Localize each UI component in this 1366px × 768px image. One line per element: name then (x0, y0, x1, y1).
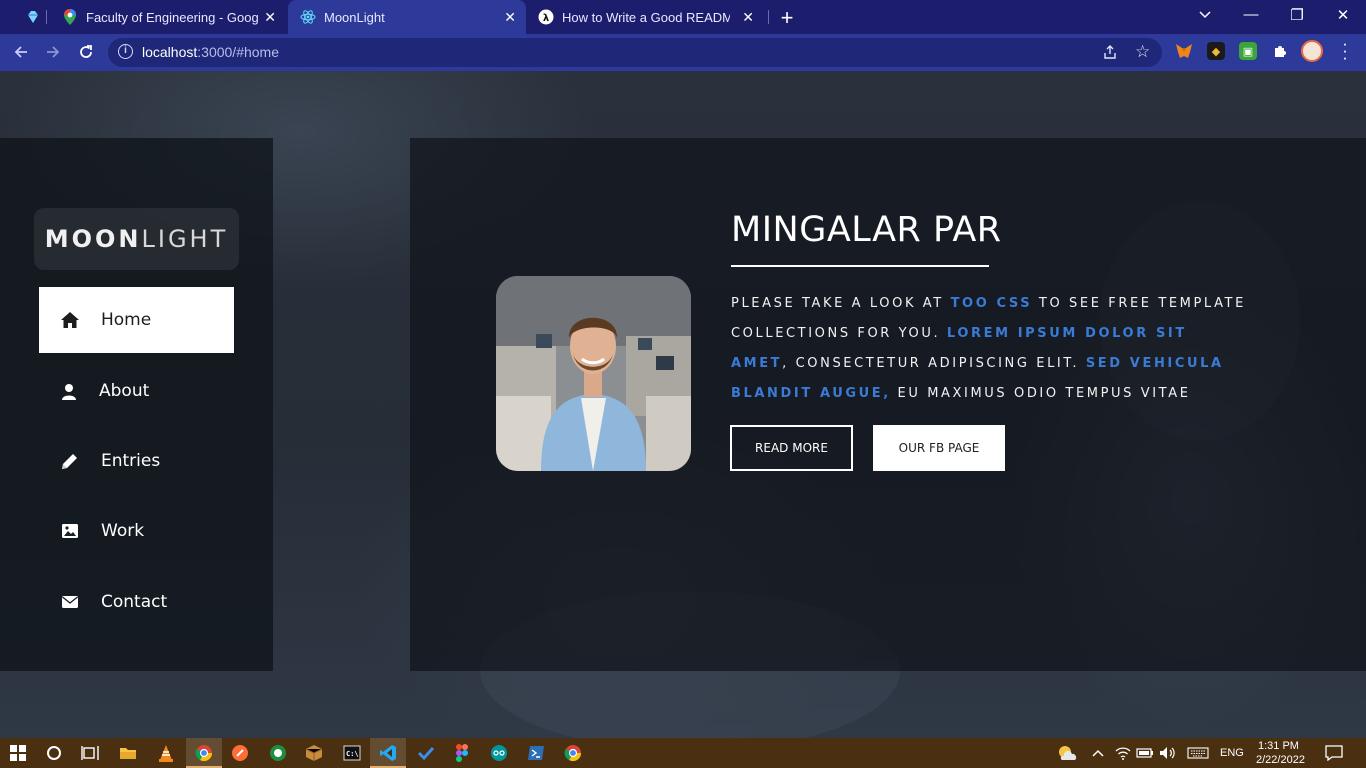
hero-text: PLEASE TAKE A LOOK AT (731, 296, 951, 311)
svg-text:C:\: C:\ (346, 750, 359, 758)
vscode-icon[interactable] (378, 743, 398, 763)
tab-readme-guide[interactable]: λ How to Write a Good README Fi ✕ (526, 0, 764, 34)
read-more-button[interactable]: READ MORE (730, 425, 853, 471)
package-box-icon[interactable] (304, 743, 324, 763)
tab-title: How to Write a Good README Fi (562, 9, 730, 25)
chevron-up-icon[interactable] (1088, 743, 1108, 763)
site-info-icon[interactable]: i (118, 44, 133, 59)
tab-moonlight[interactable]: MoonLight ✕ (288, 0, 526, 34)
metamask-icon[interactable] (1175, 42, 1193, 60)
sidebar: MOON LIGHT Home About Entries Work Conta… (0, 138, 273, 671)
forward-button[interactable] (41, 40, 65, 64)
logo-light-text: LIGHT (141, 225, 229, 253)
nav-label: About (99, 381, 150, 401)
tab-separator (46, 10, 47, 24)
nav-item-work[interactable]: Work (39, 498, 234, 564)
url-host: localhost (142, 44, 198, 60)
tab-title: MoonLight (324, 9, 385, 25)
hero-paragraph: PLEASE TAKE A LOOK AT TOO CSS TO SEE FRE… (731, 289, 1251, 409)
browser-toolbar: i localhost:3000/#home ☆ ◆ ▣ (0, 34, 1366, 71)
envelope-icon (39, 595, 101, 609)
task-view-icon[interactable] (80, 743, 100, 763)
language-indicator[interactable]: ENG (1220, 747, 1244, 759)
pinned-tab[interactable] (14, 0, 42, 34)
tab-search-icon[interactable] (1190, 6, 1220, 23)
minimize-button[interactable]: — (1236, 6, 1266, 23)
nav-label: Work (101, 521, 145, 541)
site-logo[interactable]: MOON LIGHT (34, 208, 239, 270)
profile-photo (496, 276, 691, 471)
logo-bold-text: MOON (44, 225, 142, 253)
maps-pin-icon (62, 9, 78, 25)
nav-label: Contact (101, 592, 168, 612)
terminal-icon[interactable]: C:\ (342, 743, 362, 763)
nav-item-entries[interactable]: Entries (39, 428, 234, 494)
heading-underline (731, 265, 989, 267)
arduino-icon[interactable] (489, 743, 509, 763)
lambda-icon: λ (538, 9, 554, 25)
weather-icon[interactable] (1056, 743, 1078, 763)
close-window-button[interactable]: ✕ (1328, 6, 1358, 24)
nav-label: Entries (101, 451, 161, 471)
share-icon[interactable] (1102, 44, 1118, 64)
tab-title: Faculty of Engineering - Google I (86, 9, 258, 25)
windows-start-icon[interactable] (8, 743, 28, 763)
keyboard-icon[interactable] (1186, 743, 1210, 763)
binance-wallet-icon[interactable]: ◆ (1207, 42, 1225, 60)
nav-item-home[interactable]: Home (39, 287, 234, 353)
nav-label: Home (101, 310, 152, 330)
cortana-search-icon[interactable] (44, 743, 64, 763)
nav-item-about[interactable]: About (39, 358, 234, 424)
diamond-icon (26, 9, 40, 25)
url-text: localhost:3000/#home (142, 44, 279, 60)
todo-checkmark-icon[interactable] (416, 743, 436, 763)
nav-item-contact[interactable]: Contact (39, 569, 234, 635)
new-tab-button[interactable]: + (776, 5, 798, 31)
back-button[interactable] (9, 40, 33, 64)
profile-avatar[interactable] (1301, 40, 1323, 62)
file-explorer-icon[interactable] (118, 743, 138, 763)
postman-icon[interactable] (230, 743, 250, 763)
battery-icon[interactable] (1135, 743, 1155, 763)
svg-text:λ: λ (543, 13, 550, 24)
hero-text: , CONSECTETUR ADIPISCING ELIT. (782, 356, 1086, 371)
home-icon (39, 311, 101, 329)
pencil-icon (39, 452, 101, 470)
browser-tab-strip: Faculty of Engineering - Google I ✕ Moon… (0, 0, 1366, 34)
close-tab-icon[interactable]: ✕ (504, 9, 516, 26)
too-css-link[interactable]: TOO CSS (951, 296, 1033, 311)
chrome-second-icon[interactable] (563, 743, 583, 763)
fb-page-button[interactable]: OUR FB PAGE (873, 425, 1005, 471)
image-icon (39, 523, 101, 539)
tab-faculty-of-engineering[interactable]: Faculty of Engineering - Google I ✕ (50, 0, 286, 34)
extension-green-icon[interactable]: ▣ (1239, 42, 1257, 60)
windows-taskbar: C:\ ENG 1:31 PM 2/22/2022 (0, 738, 1366, 768)
volume-icon[interactable] (1158, 743, 1178, 763)
bookmark-star-icon[interactable]: ☆ (1135, 42, 1150, 62)
notification-center-icon[interactable] (1324, 743, 1344, 763)
vlc-icon[interactable] (156, 743, 176, 763)
reload-button[interactable] (74, 40, 98, 64)
browser-menu-icon[interactable]: · · · (1340, 35, 1350, 66)
url-path: :3000/#home (197, 44, 279, 60)
powershell-icon[interactable] (526, 743, 546, 763)
clock-date[interactable]: 2/22/2022 (1256, 754, 1305, 766)
react-icon (300, 9, 316, 25)
figma-icon[interactable] (452, 743, 472, 763)
close-tab-icon[interactable]: ✕ (264, 9, 276, 26)
hero-heading: MINGALAR PAR (731, 210, 1002, 250)
hero-text: EU MAXIMUS ODIO TEMPUS VITAE (890, 386, 1191, 401)
address-bar[interactable]: i localhost:3000/#home ☆ (108, 38, 1162, 67)
extensions-puzzle-icon[interactable] (1271, 42, 1289, 60)
clock-time[interactable]: 1:31 PM (1258, 740, 1299, 752)
maximize-button[interactable]: ❐ (1282, 6, 1312, 24)
wifi-icon[interactable] (1113, 743, 1133, 763)
close-tab-icon[interactable]: ✕ (742, 9, 754, 26)
user-icon (39, 383, 99, 400)
tab-separator (768, 10, 769, 24)
app-green-circle-icon[interactable] (268, 743, 288, 763)
chrome-taskbar-icon[interactable] (194, 743, 214, 763)
